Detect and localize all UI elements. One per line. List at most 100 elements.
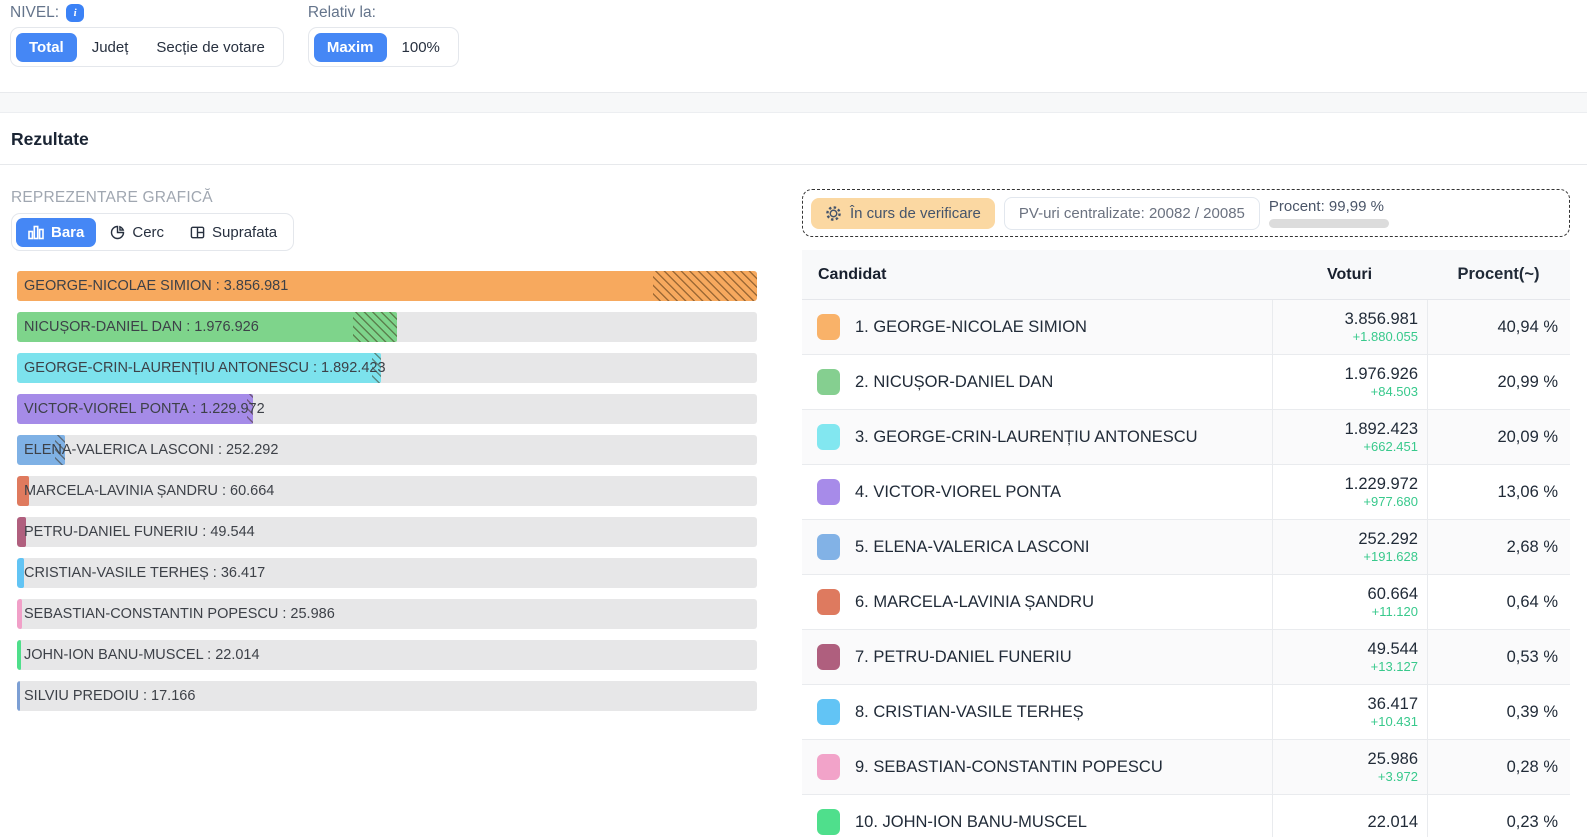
votes-value: 22.014 xyxy=(1368,813,1418,832)
chart-bar-label: SILVIU PREDOIU : 17.166 xyxy=(17,681,195,711)
votes-value: 1.976.926 xyxy=(1345,365,1418,384)
page-title: Rezultate xyxy=(11,127,1587,151)
relativ-option-maxim[interactable]: Maxim xyxy=(314,33,387,62)
percent-value: 20,09 % xyxy=(1427,410,1570,464)
chart-type-tabs: BaraCercSuprafata xyxy=(11,213,294,251)
chart-bar: NICUȘOR-DANIEL DAN : 1.976.926 xyxy=(17,312,757,342)
votes-value: 252.292 xyxy=(1358,530,1418,549)
tab-cerc[interactable]: Cerc xyxy=(98,218,176,247)
table-body: 1. GEORGE-NICOLAE SIMION 3.856.981 +1.88… xyxy=(802,300,1570,837)
votes-value: 49.544 xyxy=(1368,640,1418,659)
chart-bar-label: CRISTIAN-VASILE TERHEȘ : 36.417 xyxy=(17,558,265,588)
results-panel: În curs de verificare PV-uri centralizat… xyxy=(802,189,1570,837)
candidate-color-swatch xyxy=(817,369,840,395)
votes-delta: +662.451 xyxy=(1363,439,1418,454)
tab-suprafata[interactable]: Suprafata xyxy=(178,218,289,247)
chart-bar: SILVIU PREDOIU : 17.166 xyxy=(17,681,757,711)
table-row: 10. JOHN-ION BANU-MUSCEL 22.014 0,23 % xyxy=(802,795,1570,837)
divider xyxy=(0,164,1587,165)
votes-value: 1.892.423 xyxy=(1345,420,1418,439)
column-header-voturi: Voturi xyxy=(1272,266,1427,284)
chart-bar-hatch xyxy=(653,271,757,301)
table-header: Candidat Voturi Procent(~) xyxy=(802,250,1570,300)
chart-bar: MARCELA-LAVINIA ȘANDRU : 60.664 xyxy=(17,476,757,506)
chart-bar-label: GEORGE-NICOLAE SIMION : 3.856.981 xyxy=(17,271,288,301)
percent-block: Procent: 99,99 % xyxy=(1269,198,1389,228)
nivel-label: NIVEL: xyxy=(10,4,59,22)
table-row: 4. VICTOR-VIOREL PONTA 1.229.972 +977.68… xyxy=(802,465,1570,520)
pv-centralized-pill: PV-uri centralizate: 20082 / 20085 xyxy=(1004,197,1260,230)
nivel-option-total[interactable]: Total xyxy=(16,33,77,62)
chart-bar: CRISTIAN-VASILE TERHEȘ : 36.417 xyxy=(17,558,757,588)
chart-bar-label: NICUȘOR-DANIEL DAN : 1.976.926 xyxy=(17,312,259,342)
percent-value: 0,28 % xyxy=(1427,740,1570,794)
candidate-name: 8. CRISTIAN-VASILE TERHEȘ xyxy=(855,703,1084,722)
votes-value: 3.856.981 xyxy=(1345,310,1418,329)
percent-value: 40,94 % xyxy=(1427,300,1570,354)
chart-bar: VICTOR-VIOREL PONTA : 1.229.972 xyxy=(17,394,757,424)
section-separator xyxy=(0,92,1587,113)
candidate-name: 1. GEORGE-NICOLAE SIMION xyxy=(855,318,1087,337)
votes-value: 25.986 xyxy=(1368,750,1418,769)
grid-icon xyxy=(190,225,205,240)
chart-bar-label: JOHN-ION BANU-MUSCEL : 22.014 xyxy=(17,640,260,670)
percent-value: 0,64 % xyxy=(1427,575,1570,629)
bar-chart: GEORGE-NICOLAE SIMION : 3.856.981 NICUȘO… xyxy=(17,271,757,711)
votes-value: 36.417 xyxy=(1368,695,1418,714)
votes-delta: +1.880.055 xyxy=(1353,329,1418,344)
chart-bar: JOHN-ION BANU-MUSCEL : 22.014 xyxy=(17,640,757,670)
table-row: 3. GEORGE-CRIN-LAURENȚIU ANTONESCU 1.892… xyxy=(802,410,1570,465)
votes-delta: +3.972 xyxy=(1378,769,1418,784)
percent-value: 0,23 % xyxy=(1427,795,1570,837)
table-row: 7. PETRU-DANIEL FUNERIU 49.544 +13.127 0… xyxy=(802,630,1570,685)
nivel-option-jude-[interactable]: Județ xyxy=(79,33,142,62)
candidate-name: 3. GEORGE-CRIN-LAURENȚIU ANTONESCU xyxy=(855,428,1198,447)
verification-badge-label: În curs de verificare xyxy=(850,205,981,222)
table-row: 5. ELENA-VALERICA LASCONI 252.292 +191.6… xyxy=(802,520,1570,575)
info-icon[interactable]: i xyxy=(66,4,84,22)
candidate-name: 5. ELENA-VALERICA LASCONI xyxy=(855,538,1089,557)
candidate-color-swatch xyxy=(817,589,840,615)
bar-chart-icon xyxy=(28,225,44,240)
chart-bar-label: ELENA-VALERICA LASCONI : 252.292 xyxy=(17,435,278,465)
candidate-color-swatch xyxy=(817,809,840,835)
percent-value: 20,99 % xyxy=(1427,355,1570,409)
tab-bara[interactable]: Bara xyxy=(16,218,96,247)
chart-bar: ELENA-VALERICA LASCONI : 252.292 xyxy=(17,435,757,465)
candidate-color-swatch xyxy=(817,699,840,725)
candidate-color-swatch xyxy=(817,479,840,505)
column-header-candidat: Candidat xyxy=(802,266,1272,284)
chart-bar-label: VICTOR-VIOREL PONTA : 1.229.972 xyxy=(17,394,265,424)
votes-delta: +10.431 xyxy=(1371,714,1418,729)
table-row: 8. CRISTIAN-VASILE TERHEȘ 36.417 +10.431… xyxy=(802,685,1570,740)
candidate-color-swatch xyxy=(817,534,840,560)
relativ-label: Relativ la: xyxy=(308,4,376,22)
results-table: Candidat Voturi Procent(~) 1. GEORGE-NIC… xyxy=(802,250,1570,837)
top-controls: NIVEL: i TotalJudețSecție de votare Rela… xyxy=(0,0,1587,67)
status-box: În curs de verificare PV-uri centralizat… xyxy=(802,189,1570,237)
percent-value: 0,53 % xyxy=(1427,630,1570,684)
chart-bar-label: GEORGE-CRIN-LAURENȚIU ANTONESCU : 1.892.… xyxy=(17,353,386,383)
candidate-color-swatch xyxy=(817,754,840,780)
candidate-name: 6. MARCELA-LAVINIA ȘANDRU xyxy=(855,593,1094,612)
chart-bar-hatch xyxy=(353,312,397,342)
verification-badge: În curs de verificare xyxy=(811,198,995,229)
candidate-name: 4. VICTOR-VIOREL PONTA xyxy=(855,483,1061,502)
table-row: 9. SEBASTIAN-CONSTANTIN POPESCU 25.986 +… xyxy=(802,740,1570,795)
gear-icon xyxy=(825,205,842,222)
candidate-color-swatch xyxy=(817,644,840,670)
votes-delta: +191.628 xyxy=(1363,549,1418,564)
votes-value: 60.664 xyxy=(1368,585,1418,604)
relativ-option-100-[interactable]: 100% xyxy=(389,33,453,62)
chart-bar-label: PETRU-DANIEL FUNERIU : 49.544 xyxy=(17,517,255,547)
relativ-button-group: Maxim100% xyxy=(308,27,459,67)
table-row: 2. NICUȘOR-DANIEL DAN 1.976.926 +84.503 … xyxy=(802,355,1570,410)
votes-delta: +977.680 xyxy=(1363,494,1418,509)
pie-chart-icon xyxy=(110,225,125,240)
percent-label: Procent: 99,99 % xyxy=(1269,199,1389,215)
candidate-name: 10. JOHN-ION BANU-MUSCEL xyxy=(855,813,1087,832)
chart-bar: GEORGE-CRIN-LAURENȚIU ANTONESCU : 1.892.… xyxy=(17,353,757,383)
nivel-button-group: TotalJudețSecție de votare xyxy=(10,27,284,67)
nivel-option-sec-ie-de-votare[interactable]: Secție de votare xyxy=(143,33,277,62)
relativ-control: Relativ la: Maxim100% xyxy=(308,3,459,67)
